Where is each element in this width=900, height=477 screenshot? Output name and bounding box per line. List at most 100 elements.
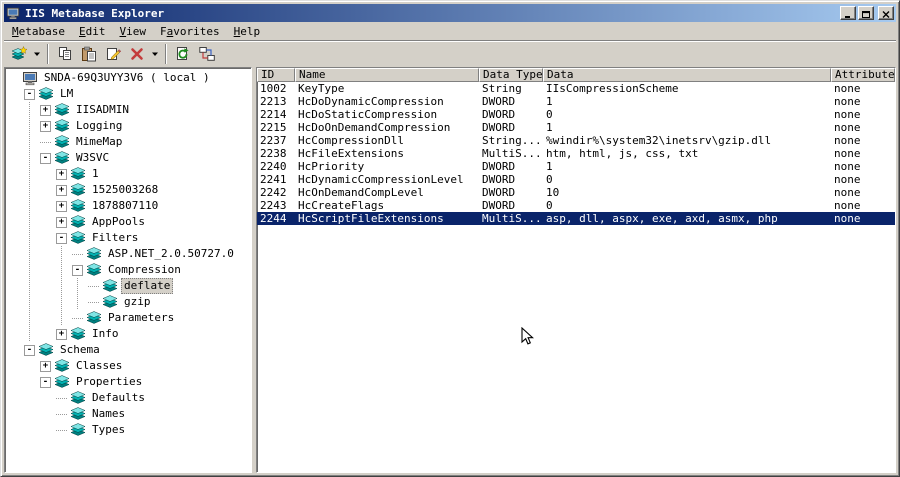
tree-item-classes[interactable]: + Classes [6,358,251,374]
table-row-2215[interactable]: 2215 HcDoOnDemandCompression DWORD 1 none [257,121,895,134]
new-key-button[interactable] [7,43,30,65]
column-header-attributes[interactable]: Attributes [831,68,895,82]
tree-collapse-toggle[interactable]: - [40,376,51,388]
tree-item-gzip[interactable]: gzip [6,294,251,310]
menu-item-edit[interactable]: Edit [72,24,113,39]
tree-expand-toggle[interactable]: + [56,168,67,180]
tree-item-label[interactable]: AppPools [89,214,148,230]
menu-item-view[interactable]: View [113,24,154,39]
tree-item-lm[interactable]: - LM [6,86,251,102]
tree-item-parameters[interactable]: Parameters [6,310,251,326]
tree-item-w3svc[interactable]: - W3SVC [6,150,251,166]
tree-item-iisadmin[interactable]: + IISADMIN [6,102,251,118]
table-row-2214[interactable]: 2214 HcDoStaticCompression DWORD 0 none [257,108,895,121]
tree-item-mimemap[interactable]: MimeMap [6,134,251,150]
table-row-2243[interactable]: 2243 HcCreateFlags DWORD 0 none [257,199,895,212]
tree-item-logging[interactable]: + Logging [6,118,251,134]
tree-item-label[interactable]: Classes [73,358,125,374]
refresh-button[interactable] [171,43,194,65]
column-header-id[interactable]: ID [257,68,295,82]
tree-expand-toggle[interactable]: + [56,184,67,196]
metabase-tree[interactable]: SNDA-69Q3UYY3V6 ( local ) - LM + IISADMIN + Lo… [4,67,252,473]
table-row-2240[interactable]: 2240 HcPriority DWORD 1 none [257,160,895,173]
tree-item-1878807110[interactable]: +1878807110 [6,198,251,214]
tree-item-compression[interactable]: - Compression [6,262,251,278]
copy-button[interactable] [53,43,76,65]
table-row-2237[interactable]: 2237 HcCompressionDll String... %windir%\sy… [257,134,895,147]
tree-expand-toggle[interactable]: + [40,120,51,132]
metabase-key-icon [70,406,86,422]
new-key-dropdown[interactable] [31,43,43,65]
tree-item-label[interactable]: 1 [89,166,102,182]
cell-data: 10 [546,186,560,199]
table-row-2244[interactable]: 2244 HcScriptFileExtensions MultiS... asp, … [257,212,895,225]
tree-expand-toggle[interactable]: + [56,328,67,340]
tree-item-1[interactable]: +1 [6,166,251,182]
tree-item-label[interactable]: gzip [121,294,154,310]
tree-item-schema[interactable]: - Schema [6,342,251,358]
tree-collapse-toggle[interactable]: - [40,152,51,164]
tree-item-label[interactable]: Parameters [105,310,177,326]
tree-collapse-toggle[interactable]: - [24,344,35,356]
tree-item-label[interactable]: ASP.NET_2.0.50727.0 [105,246,237,262]
tree-item-label[interactable]: Properties [73,374,145,390]
tree-item-1525003268[interactable]: +1525003268 [6,182,251,198]
menu-item-favorites[interactable]: Favorites [153,24,227,39]
tree-item-label[interactable]: 1878807110 [89,198,161,214]
tree-item-label[interactable]: MimeMap [73,134,125,150]
delete-dropdown[interactable] [149,43,161,65]
table-row-2213[interactable]: 2213 HcDoDynamicCompression DWORD 1 none [257,95,895,108]
close-button[interactable] [878,6,894,20]
table-row-2242[interactable]: 2242 HcOnDemandCompLevel DWORD 10 none [257,186,895,199]
tree-item-label[interactable]: Names [89,406,128,422]
menu-item-metabase[interactable]: Metabase [5,24,72,39]
tree-collapse-toggle[interactable]: - [24,88,35,100]
tree-item-types[interactable]: Types [6,422,251,438]
maximize-button[interactable] [858,6,874,20]
table-row-1002[interactable]: 1002 KeyType String IIsCompressionScheme non… [257,82,895,95]
minimize-button[interactable] [840,6,856,20]
tree-item-label[interactable]: Filters [89,230,141,246]
tree-item-snda-69q3uyy3v6-local[interactable]: SNDA-69Q3UYY3V6 ( local ) [6,70,251,86]
column-header-data[interactable]: Data [543,68,831,82]
tree-item-deflate[interactable]: deflate [6,278,251,294]
tree-item-label[interactable]: SNDA-69Q3UYY3V6 ( local ) [41,70,213,86]
title-bar[interactable]: IIS Metabase Explorer [4,4,896,22]
tree-item-label[interactable]: W3SVC [73,150,112,166]
tree-expand-toggle[interactable]: + [40,360,51,372]
tree-item-label[interactable]: Types [89,422,128,438]
tree-item-label[interactable]: Compression [105,262,184,278]
rename-button[interactable] [101,43,124,65]
tree-item-label[interactable]: LM [57,86,76,102]
tree-item-label[interactable]: Info [89,326,122,342]
tree-item-filters[interactable]: - Filters [6,230,251,246]
tree-item-label[interactable]: 1525003268 [89,182,161,198]
column-header-name[interactable]: Name [295,68,479,82]
tree-expand-toggle[interactable]: + [40,104,51,116]
tree-item-label[interactable]: deflate [121,278,174,294]
tree-item-properties[interactable]: - Properties [6,374,251,390]
tree-item-label[interactable]: Schema [57,342,103,358]
column-header-data-type[interactable]: Data Type [479,68,543,82]
tree-expand-toggle[interactable]: + [56,216,67,228]
tree-collapse-toggle[interactable]: - [56,232,67,244]
tree-collapse-toggle[interactable]: - [72,264,83,276]
tree-item-info[interactable]: + Info [6,326,251,342]
table-row-2241[interactable]: 2241 HcDynamicCompressionLevel DWORD 0 none [257,173,895,186]
tree-item-apppools[interactable]: + AppPools [6,214,251,230]
paste-button[interactable] [77,43,100,65]
tree-item-defaults[interactable]: Defaults [6,390,251,406]
table-row-2238[interactable]: 2238 HcFileExtensions MultiS... htm, html, … [257,147,895,160]
menu-item-help[interactable]: Help [227,24,268,39]
tree-item-names[interactable]: Names [6,406,251,422]
tree-item-label[interactable]: Logging [73,118,125,134]
metabase-key-icon [54,150,70,166]
delete-button[interactable] [125,43,148,65]
tree-item-label[interactable]: IISADMIN [73,102,132,118]
tree-item-asp-net-2-0-50727-0[interactable]: ASP.NET_2.0.50727.0 [6,246,251,262]
tree-expand-toggle[interactable]: + [56,200,67,212]
tree-item-label[interactable]: Defaults [89,390,148,406]
list-body[interactable]: 1002 KeyType String IIsCompressionScheme non… [257,82,895,472]
connect-button[interactable] [195,43,218,65]
